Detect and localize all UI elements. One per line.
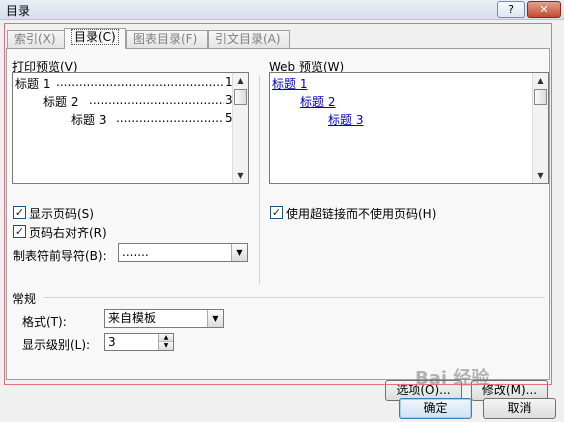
print-preview-box: 标题 1 ...................................… [12,72,249,184]
tab-index[interactable]: 索引(X) [7,30,65,48]
scroll-thumb[interactable] [534,89,547,105]
scroll-down-icon[interactable]: ▼ [233,168,248,183]
scroll-thumb[interactable] [234,89,247,105]
tab-toc-label: 目录(C) [71,29,119,45]
tab-figure-index[interactable]: 图表目录(F) [126,30,208,48]
print-entry-1-dots: ........................................… [56,75,224,89]
check-icon: ✓ [14,225,25,238]
web-entry-3-link[interactable]: 标题 3 [328,111,363,128]
scroll-up-icon[interactable]: ▲ [533,73,548,88]
tab-panel-toc: 打印预览(V) 标题 1 ...........................… [6,48,550,401]
tab-leader-select[interactable]: ....... ▼ [118,243,248,262]
title-bar: 目录 ? ✕ [0,0,564,20]
cancel-button[interactable]: 取消 [483,398,556,419]
close-icon: ✕ [539,3,549,16]
column-divider [259,75,260,285]
show-page-numbers-checkbox[interactable]: ✓ [13,206,26,219]
use-hyperlinks-checkbox[interactable]: ✓ [270,206,283,219]
right-align-label: 页码右对齐(R) [29,226,107,240]
ok-button[interactable]: 确定 [399,398,472,419]
print-entry-2-text: 标题 2 [43,95,79,109]
web-entry-1-link[interactable]: 标题 1 [272,75,307,92]
right-align-checkbox[interactable]: ✓ [13,225,26,238]
levels-stepper[interactable]: 3 ▲ ▼ [104,333,174,351]
levels-label: 显示级别(L): [22,338,91,352]
general-heading: 常规 [12,292,37,306]
general-divider [43,297,545,298]
print-preview-scrollbar[interactable]: ▲ ▼ [232,73,248,183]
use-hyperlinks-label: 使用超链接而不使用页码(H) [286,207,437,221]
spin-down-icon[interactable]: ▼ [158,342,173,350]
toc-dialog: 索引(X) 目录(C) 图表目录(F) 引文目录(A) 打印预览(V) 标题 1… [0,20,564,422]
print-entry-1-text: 标题 1 [15,77,51,91]
print-entry-2-dots: ........................................… [89,93,224,107]
scroll-down-icon[interactable]: ▼ [533,168,548,183]
tab-leader-label: 制表符前导符(B): [13,249,107,263]
print-entry-3-text: 标题 3 [71,113,107,127]
tab-toc[interactable]: 目录(C) [64,28,126,49]
format-label: 格式(T): [22,315,67,329]
format-value: 来自模板 [108,311,157,325]
window-title: 目录 [6,4,31,18]
check-icon: ✓ [271,206,282,219]
format-select[interactable]: 来自模板 ▼ [104,309,224,328]
chevron-down-icon[interactable]: ▼ [231,244,247,261]
web-preview-box: 标题 1 标题 2 标题 3 ▲ ▼ [269,72,549,184]
levels-value: 3 [108,335,116,349]
close-button[interactable]: ✕ [527,1,561,18]
check-icon: ✓ [14,206,25,219]
watermark-logo: Bai 经验 [415,368,490,389]
scroll-up-icon[interactable]: ▲ [233,73,248,88]
web-entry-2-link[interactable]: 标题 2 [300,93,335,110]
print-entry-3-dots: ........................................… [116,111,224,125]
help-button[interactable]: ? [497,1,525,18]
tab-citation-index[interactable]: 引文目录(A) [208,30,290,48]
spin-up-icon[interactable]: ▲ [158,334,173,342]
show-page-numbers-label: 显示页码(S) [29,207,94,221]
tab-leader-value: ....... [122,245,149,259]
chevron-down-icon[interactable]: ▼ [207,310,223,327]
web-preview-scrollbar[interactable]: ▲ ▼ [532,73,548,183]
